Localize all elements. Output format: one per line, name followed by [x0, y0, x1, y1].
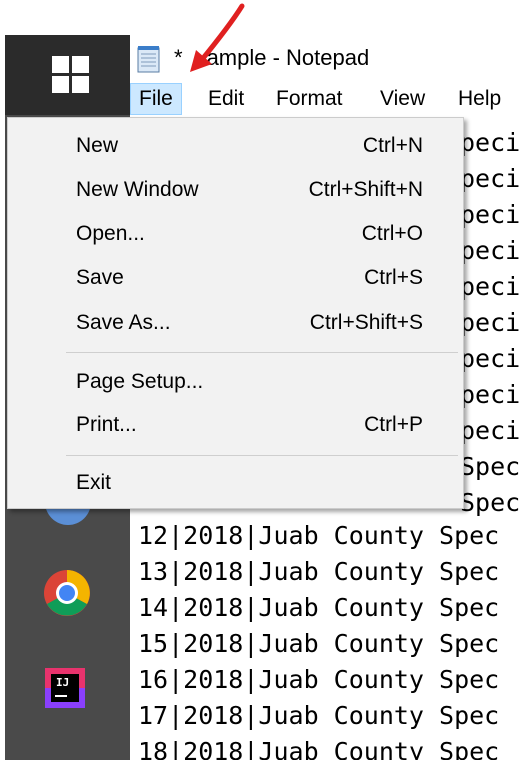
menu-edit[interactable]: Edit [200, 83, 252, 115]
editor-line: peci [460, 344, 521, 373]
editor-line: Spec [460, 488, 521, 517]
annotation-arrow-icon [190, 3, 245, 72]
editor-line: 15|2018|Juab County Spec [138, 629, 500, 658]
editor-line: 12|2018|Juab County Spec [138, 521, 500, 550]
menu-item-page-setup[interactable]: Page Setup... [8, 361, 463, 405]
menu-item-shortcut: Ctrl+S [364, 266, 423, 289]
editor-line: 13|2018|Juab County Spec [138, 557, 500, 586]
notepad-icon [137, 45, 161, 73]
editor-line: peci [460, 380, 521, 409]
menu-file[interactable]: File [130, 83, 182, 115]
menu-separator [66, 352, 458, 353]
editor-line: 18|2018|Juab County Spec [138, 737, 500, 760]
editor-line: 14|2018|Juab County Spec [138, 593, 500, 622]
menu-item-new-window[interactable]: New Window Ctrl+Shift+N [8, 169, 463, 213]
file-menu-dropdown: New Ctrl+N New Window Ctrl+Shift+N Open.… [7, 117, 464, 509]
menu-format[interactable]: Format [268, 83, 351, 115]
menu-view[interactable]: View [372, 83, 433, 115]
editor-line: peci [460, 416, 521, 445]
intellij-label: IJ [56, 676, 70, 689]
editor-line: 17|2018|Juab County Spec [138, 701, 500, 730]
menu-item-shortcut: Ctrl+O [361, 222, 423, 245]
menu-item-label: New [76, 134, 119, 157]
menu-item-print[interactable]: Print... Ctrl+P [8, 404, 463, 448]
menu-item-label: New Window [76, 178, 199, 201]
editor-line: peci [460, 200, 521, 229]
menu-item-label: Save As... [76, 311, 171, 334]
windows-start-icon [52, 56, 90, 94]
editor-line: peci [460, 164, 521, 193]
intellij-icon[interactable]: IJ [45, 668, 85, 708]
editor-line: peci [460, 128, 521, 157]
menu-item-label: Exit [76, 471, 112, 494]
editor-line: peci [460, 236, 521, 265]
editor-line: Spec [460, 452, 521, 481]
editor-line: peci [460, 308, 521, 337]
menu-item-label: Save [76, 266, 124, 289]
screenshot-frame: IJ * ample - Notepad File Edit Format Vie… [0, 0, 527, 760]
menu-bar: File Edit Format View Help [130, 83, 527, 117]
editor-line: peci [460, 272, 521, 301]
menu-item-label: Page Setup... [76, 370, 204, 393]
menu-item-open[interactable]: Open... Ctrl+O [8, 213, 463, 257]
editor-line: 16|2018|Juab County Spec [138, 665, 500, 694]
menu-item-shortcut: Ctrl+Shift+S [309, 311, 423, 334]
menu-item-exit[interactable]: Exit [8, 462, 463, 506]
chrome-icon[interactable] [42, 568, 92, 618]
start-button[interactable] [5, 35, 130, 115]
menu-help[interactable]: Help [450, 83, 509, 115]
menu-item-save-as[interactable]: Save As... Ctrl+Shift+S [8, 302, 463, 346]
menu-item-label: Open... [76, 222, 145, 245]
menu-item-shortcut: Ctrl+N [362, 134, 423, 157]
menu-item-shortcut: Ctrl+Shift+N [308, 178, 423, 201]
menu-separator [66, 455, 458, 456]
menu-item-label: Print... [76, 413, 137, 436]
menu-item-new[interactable]: New Ctrl+N [8, 125, 463, 169]
menu-item-shortcut: Ctrl+P [364, 413, 423, 436]
menu-item-save[interactable]: Save Ctrl+S [8, 257, 463, 301]
